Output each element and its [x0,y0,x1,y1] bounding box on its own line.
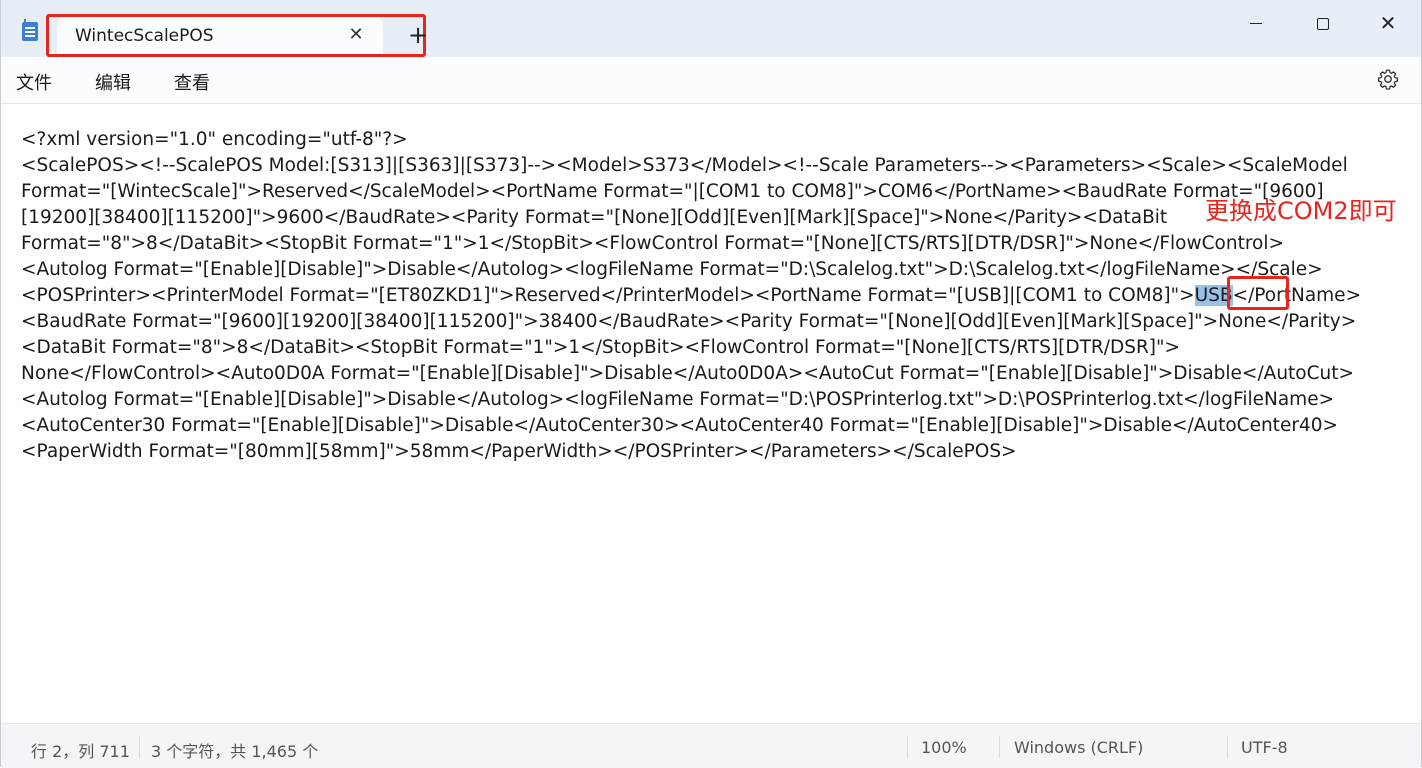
menu-view[interactable]: 查看 [174,69,210,95]
editor-line-11: <Autolog Format="[Enable][Disable]">Disa… [21,389,1335,410]
new-tab-button[interactable]: + [405,22,431,48]
editor-line-7-head: <POSPrinter><PrinterModel Format="[ET80Z… [21,285,1195,306]
editor-line-1: <?xml version="1.0" encoding="utf-8"?> [21,129,408,150]
editor-line-3: Format="[WintecScale]">Reserved</ScaleMo… [21,181,1324,202]
maximize-button[interactable] [1300,8,1346,38]
editor-line-12: <AutoCenter30 Format="[Enable][Disable]"… [21,415,1338,436]
menu-edit[interactable]: 编辑 [95,69,131,95]
status-divider [1227,736,1228,758]
editor-line-5: Format="8">8</DataBit><StopBit Format="1… [21,233,1284,254]
editor-line-13: <PaperWidth Format="[80mm][58mm]">58mm</… [21,441,1017,462]
editor-line-7: <POSPrinter><PrinterModel Format="[ET80Z… [21,283,1361,309]
status-divider [999,736,1000,758]
minimize-button[interactable] [1233,8,1279,38]
editor-line-9: <DataBit Format="8">8</DataBit><StopBit … [21,337,1181,358]
editor-line-4: [19200][38400][115200]">9600</BaudRate><… [21,207,1168,228]
title-bar: WintecScalePOS ✕ + ✕ [1,0,1421,57]
editor-line-8: <BaudRate Format="[9600][19200][38400][1… [21,311,1357,332]
editor-line-7-tail: </PortName> [1232,285,1362,306]
status-bar: 行 2，列 711 3 个字符，共 1,465 个 100% Windows (… [1,723,1421,768]
text-editor[interactable]: <?xml version="1.0" encoding="utf-8"?> <… [1,104,1421,723]
status-encoding[interactable]: UTF-8 [1241,738,1288,757]
status-divider [907,736,908,758]
status-divider [139,736,140,758]
editor-line-10: None</FlowControl><Auto0D0A Format="[Ena… [21,363,1355,384]
menu-bar: 文件 编辑 查看 [1,57,1421,104]
notepad-window: WintecScalePOS ✕ + ✕ 文件 编辑 查看 <?xml vers… [0,0,1422,768]
tab-wintecscalepos[interactable]: WintecScalePOS ✕ [57,17,383,57]
menu-file[interactable]: 文件 [16,69,52,95]
editor-line-6: <Autolog Format="[Enable][Disable]">Disa… [21,259,1323,280]
status-line-ending[interactable]: Windows (CRLF) [1014,738,1143,757]
close-window-button[interactable]: ✕ [1365,8,1411,38]
notepad-app-icon [22,19,38,41]
gear-icon[interactable] [1377,68,1399,90]
maximize-icon [1317,17,1329,30]
status-selection-count: 3 个字符，共 1,465 个 [151,742,319,761]
status-zoom[interactable]: 100% [921,738,967,757]
status-cursor-position: 行 2，列 711 [31,742,130,761]
tab-title: WintecScalePOS [75,26,214,46]
tab-close-icon[interactable]: ✕ [345,24,367,46]
editor-line-2: <ScalePOS><!--ScalePOS Model:[S313]|[S36… [21,155,1348,176]
minimize-icon [1250,23,1262,24]
selected-text: USB [1194,285,1233,306]
